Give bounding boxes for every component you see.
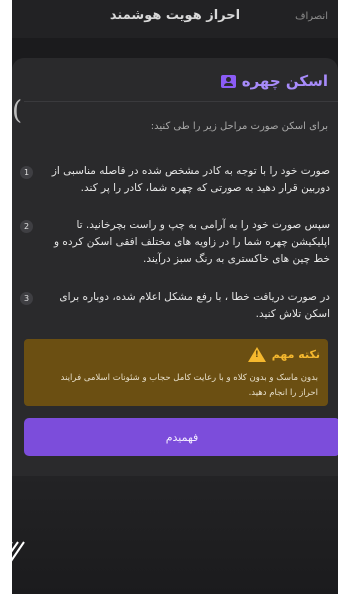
note-header: ! نکته مهم — [247, 347, 320, 362]
page-title: احراز هویت هوشمند — [109, 8, 241, 23]
page: احراز هویت هوشمند انصراف ( اسکن چهره برا… — [0, 0, 338, 594]
corner-stripes-decoration — [0, 541, 25, 565]
step-number-badge: 3 — [20, 292, 33, 305]
step-number-badge: 1 — [20, 166, 33, 179]
step-text: سپس صورت خود را به آرامی به چپ و راست بچ… — [54, 219, 330, 265]
step-item: 2 سپس صورت خود را به آرامی به چپ و راست … — [20, 217, 330, 268]
warning-icon-glyph: ! — [254, 350, 259, 360]
important-note: ! نکته مهم بدون ماسک و بدون کلاه و با رع… — [24, 339, 328, 406]
step-item: 1 صورت خود را با توجه به کادر مشخص شده د… — [20, 163, 330, 197]
sheet-title: اسکن چهره — [241, 72, 328, 90]
sheet-backdrop — [12, 476, 338, 594]
warning-icon: ! — [247, 347, 266, 362]
step-item: 3 در صورت دریافت خطا ، با رفع مشکل اعلام… — [20, 289, 330, 323]
divider — [24, 101, 338, 102]
phone-screen: احراز هویت هوشمند انصراف ( اسکن چهره برا… — [12, 0, 338, 594]
id-card-icon — [220, 74, 236, 88]
note-text: بدون ماسک و بدون کلاه و با رعایت کامل حج… — [60, 373, 318, 398]
top-bar: احراز هویت هوشمند انصراف — [12, 0, 338, 38]
step-text: صورت خود را با توجه به کادر مشخص شده در … — [51, 165, 330, 194]
got-it-button[interactable]: فهمیدم — [24, 418, 338, 456]
step-text: در صورت دریافت خطا ، با رفع مشکل اعلام ش… — [59, 291, 330, 320]
camera-frame-edge: ( — [12, 96, 23, 126]
intro-text: برای اسکن صورت مراحل زیر را طی کنید: — [150, 121, 328, 132]
note-title: نکته مهم — [271, 348, 320, 361]
step-number-badge: 2 — [20, 220, 33, 233]
sheet-header: اسکن چهره — [220, 72, 328, 90]
cancel-button[interactable]: انصراف — [295, 11, 328, 22]
